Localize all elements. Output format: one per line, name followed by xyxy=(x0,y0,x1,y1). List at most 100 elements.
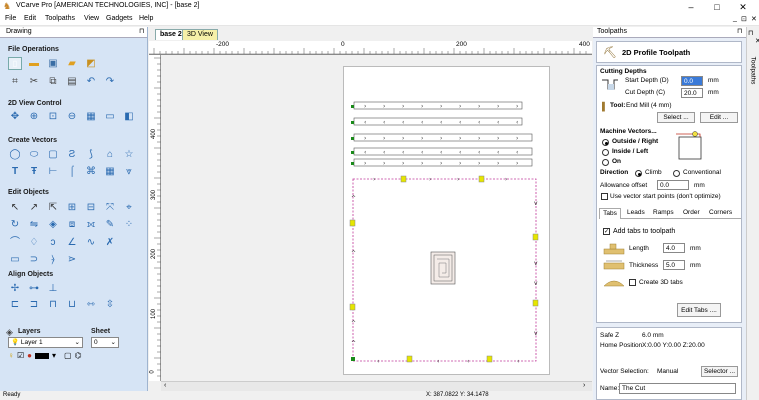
menu-help[interactable]: Help xyxy=(139,15,153,22)
outside-right-radio[interactable] xyxy=(602,139,609,146)
close-icon[interactable]: ✕ xyxy=(755,37,759,45)
smooth-icon[interactable]: ✗ xyxy=(103,236,117,249)
mdi-minimize-button[interactable]: _ xyxy=(733,15,737,22)
climb-radio[interactable] xyxy=(635,170,642,177)
layer-select[interactable]: 💡 Layer 1 ⌄ xyxy=(8,337,83,348)
group-icon[interactable]: ⊞ xyxy=(65,201,79,214)
import-icon[interactable]: ▰ xyxy=(65,57,79,70)
undo-icon[interactable]: ↶ xyxy=(84,75,98,88)
redo-icon[interactable]: ↷ xyxy=(103,75,117,88)
array-icon[interactable]: ⁘ xyxy=(122,218,136,231)
align-h-center-icon[interactable]: ⊶ xyxy=(27,282,41,295)
paste-icon[interactable]: ▤ xyxy=(65,75,79,88)
trace-bitmap-icon[interactable]: ⩔ xyxy=(122,165,136,178)
dimension-icon[interactable]: ⊢ xyxy=(46,165,60,178)
menu-view[interactable]: View xyxy=(84,15,99,22)
ellipse-icon[interactable]: ⬭ xyxy=(27,148,41,161)
allowance-input[interactable]: 0.0 xyxy=(657,180,689,190)
edit-tool-button[interactable]: Edit ... xyxy=(700,112,738,123)
save-icon[interactable]: ▣ xyxy=(46,57,60,70)
grid-icon[interactable]: ▦ xyxy=(103,165,117,178)
nest-icon[interactable]: ♢ xyxy=(27,236,41,249)
align-center-icon[interactable]: ✢ xyxy=(8,282,22,295)
menu-toolpaths[interactable]: Toolpaths xyxy=(45,15,75,22)
extend-icon[interactable]: ∠ xyxy=(65,236,79,249)
copy-icon[interactable]: ⧉ xyxy=(46,75,60,88)
text-icon[interactable]: T xyxy=(8,165,22,178)
offset-icon[interactable]: ⌘ xyxy=(84,165,98,178)
toolpaths-side-tab[interactable]: ⊓ ✕ Toolpaths xyxy=(746,27,759,400)
maximize-button[interactable]: □ xyxy=(708,1,726,13)
minimize-button[interactable]: – xyxy=(682,1,700,13)
curve-fit-icon[interactable]: ∿ xyxy=(84,236,98,249)
curve-icon[interactable]: ⟆ xyxy=(84,148,98,161)
on-radio[interactable] xyxy=(602,159,609,166)
scale-icon[interactable]: ⌖ xyxy=(122,201,136,214)
circle-icon[interactable]: ◯ xyxy=(8,148,22,161)
menu-edit[interactable]: Edit xyxy=(24,15,36,22)
polygon-icon[interactable]: ⌂ xyxy=(103,148,117,161)
pin-icon[interactable]: ⊓ xyxy=(139,27,144,35)
align-top-icon[interactable]: ⊓ xyxy=(46,298,60,311)
align-bottom-icon[interactable]: ⊔ xyxy=(65,298,79,311)
zoom-out-icon[interactable]: ⊖ xyxy=(65,110,79,123)
distort-icon[interactable]: ◈ xyxy=(46,218,60,231)
tab-ramps[interactable]: Ramps xyxy=(653,209,674,216)
tab-length-input[interactable]: 4.0 xyxy=(663,243,685,253)
conventional-radio[interactable] xyxy=(673,170,680,177)
trim-icon[interactable]: ✎ xyxy=(103,218,117,231)
zoom-selection-icon[interactable]: ◧ xyxy=(122,110,136,123)
rectangle-icon[interactable]: ▢ xyxy=(46,148,60,161)
mdi-close-button[interactable]: ✕ xyxy=(751,15,757,23)
fillet-tool-icon[interactable]: ⌒ xyxy=(8,236,22,249)
star-icon[interactable]: ☆ xyxy=(122,148,136,161)
add-layer-icon[interactable]: ▢ xyxy=(64,351,72,360)
create-3d-tabs-checkbox[interactable] xyxy=(629,279,636,286)
tab-leads[interactable]: Leads xyxy=(627,209,645,216)
lock-icon[interactable]: ● xyxy=(27,351,32,360)
interactive-select-icon[interactable]: ⇱ xyxy=(46,201,60,214)
pin-icon[interactable]: ⊓ xyxy=(748,29,753,37)
close-window-button[interactable]: ✕ xyxy=(734,1,752,13)
tab-3d-view[interactable]: 3D View xyxy=(182,29,218,40)
layer-settings-icon[interactable]: ⌬ xyxy=(75,351,82,360)
scroll-left-icon[interactable]: ‹ xyxy=(164,382,166,389)
tab-thickness-input[interactable]: 5.0 xyxy=(663,260,685,270)
select-icon[interactable]: ↖ xyxy=(8,201,22,214)
toolpath-name-input[interactable]: The Cut xyxy=(619,383,736,394)
polyline-icon[interactable]: Ƨ xyxy=(65,148,79,161)
lightbulb-icon[interactable]: ♀ xyxy=(8,351,14,360)
add-tabs-checkbox[interactable]: ✓ xyxy=(603,228,610,235)
mdi-restore-button[interactable]: ⊡ xyxy=(741,15,747,23)
move-icon[interactable]: ⤧ xyxy=(103,201,117,214)
select-tool-button[interactable]: Select ... xyxy=(657,112,695,123)
close-vectors-icon[interactable]: ⊃ xyxy=(27,253,41,266)
pan-icon[interactable]: ✥ xyxy=(8,110,22,123)
job-setup-icon[interactable]: ⌗ xyxy=(8,75,22,88)
ungroup-icon[interactable]: ⊟ xyxy=(84,201,98,214)
pin-icon[interactable]: ⊓ xyxy=(737,27,742,35)
zoom-fit-icon[interactable]: ▦ xyxy=(84,110,98,123)
start-depth-input[interactable]: 0.0 xyxy=(681,76,703,86)
selector-button[interactable]: Selector ... xyxy=(701,366,738,377)
export-icon[interactable]: ◩ xyxy=(84,57,98,70)
tab-corners[interactable]: Corners xyxy=(709,209,732,216)
drawing-canvas[interactable]: › › › › › › › › › ‹ ‹ ‹ ‹ ‹ ‹ ‹ ‹ ‹ › › › › › › › › › ‹ ‹ ‹ ‹ ‹ ‹ ‹ ‹ ‹ › › › ›… xyxy=(161,55,592,381)
scroll-right-icon[interactable]: › xyxy=(583,382,585,389)
vector-start-checkbox[interactable] xyxy=(601,193,608,200)
new-file-icon[interactable]: ▯ xyxy=(8,57,22,70)
menu-file[interactable]: File xyxy=(5,15,16,22)
horizontal-scrollbar[interactable]: ‹ › xyxy=(161,381,592,391)
text-on-curve-icon[interactable]: Ŧ xyxy=(27,165,41,178)
offset-tool-icon[interactable]: ↄ xyxy=(46,236,60,249)
node-edit-icon[interactable]: ↗ xyxy=(27,201,41,214)
zoom-in-icon[interactable]: ⊕ xyxy=(27,110,41,123)
inside-left-radio[interactable] xyxy=(602,149,609,156)
fillet-icon[interactable]: ⌠ xyxy=(65,165,79,178)
tab-tabs[interactable]: Tabs xyxy=(599,208,621,219)
align-right-icon[interactable]: ⊐ xyxy=(27,298,41,311)
edit-tabs-button[interactable]: Edit Tabs .... xyxy=(677,303,721,317)
sheet-select[interactable]: 0 ⌄ xyxy=(91,337,119,348)
checkbox-icon[interactable]: ☑ xyxy=(17,351,24,360)
chevron-down-icon[interactable]: ▾ xyxy=(52,351,56,360)
